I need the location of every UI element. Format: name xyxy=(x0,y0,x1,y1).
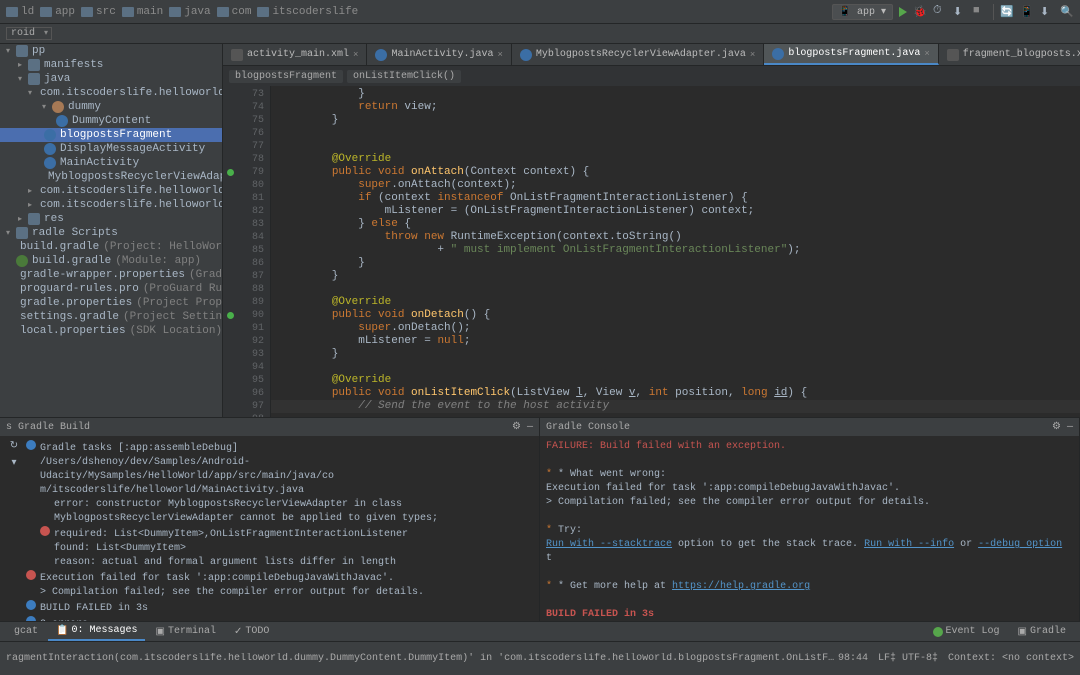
editor-pane: activity_main.xml× MainActivity.java× My… xyxy=(223,44,1080,417)
tree-item-selected: blogpostsFragment xyxy=(0,128,222,142)
debug-icon[interactable]: 🐞 xyxy=(913,5,927,19)
help-link[interactable]: https://help.gradle.org xyxy=(672,581,810,592)
status-bar: ragmentInteraction(com.itscoderslife.hel… xyxy=(0,641,1080,675)
tab-terminal[interactable]: ▣ Terminal xyxy=(147,624,223,640)
override-gutter-icon[interactable] xyxy=(227,169,234,176)
stop-icon[interactable]: ■ xyxy=(973,5,987,19)
sdk-icon[interactable]: ⬇ xyxy=(1040,5,1054,19)
tab-gradle-console[interactable]: ▣ Gradle xyxy=(1010,624,1074,640)
breadcrumb: ld app src main java com itscoderslife xyxy=(6,6,358,18)
gear-icon[interactable]: ⚙ — xyxy=(512,421,533,433)
run-config-selector[interactable]: 📱 app ▾ xyxy=(832,4,894,20)
cursor-position: 98:44 xyxy=(838,653,868,664)
gear-icon[interactable]: ⚙ — xyxy=(1052,421,1073,433)
tab-todo[interactable]: ✓ TODO xyxy=(226,624,277,640)
tab-logcat[interactable]: gcat xyxy=(6,624,46,639)
project-tree[interactable]: ▾pp ▸manifests ▾java ▾com.itscoderslife.… xyxy=(0,44,223,417)
error-icon xyxy=(26,570,36,580)
info-link[interactable]: Run with --info xyxy=(864,539,954,550)
search-icon[interactable]: 🔍 xyxy=(1060,5,1074,19)
tab-adapter[interactable]: MyblogpostsRecyclerViewAdapter.java× xyxy=(512,44,764,65)
error-icon xyxy=(40,526,50,536)
debug-link[interactable]: --debug option xyxy=(978,539,1062,550)
module-selector-row: roid xyxy=(0,24,1080,44)
run-icon[interactable] xyxy=(899,7,907,17)
event-indicator-icon xyxy=(933,627,943,637)
run-toolbar: 📱 app ▾ 🐞 ⏱ ⬇ ■ 🔄 📱 ⬇ 🔍 xyxy=(832,4,1075,20)
profile-icon[interactable]: ⏱ xyxy=(933,5,947,19)
info-icon xyxy=(26,440,36,450)
avd-icon[interactable]: 📱 xyxy=(1020,5,1034,19)
attach-icon[interactable]: ⬇ xyxy=(953,5,967,19)
sync-icon[interactable]: 🔄 xyxy=(1000,5,1014,19)
encoding[interactable]: LF‡ UTF-8‡ xyxy=(878,653,938,664)
tab-activity-main[interactable]: activity_main.xml× xyxy=(223,44,367,65)
nav-class[interactable]: blogpostsFragment xyxy=(229,70,343,83)
tab-event-log[interactable]: Event Log xyxy=(925,624,1008,639)
tab-blogposts-fragment[interactable]: blogpostsFragment.java× xyxy=(764,44,938,65)
override-gutter-icon[interactable] xyxy=(227,312,234,319)
nav-method[interactable]: onListItemClick() xyxy=(347,70,461,83)
stacktrace-link[interactable]: Run with --stacktrace xyxy=(546,539,672,550)
tool-window-tabs: gcat 📋 0: Messages ▣ Terminal ✓ TODO Eve… xyxy=(0,621,1080,641)
tab-fragment-layout[interactable]: fragment_blogposts.xml× xyxy=(939,44,1080,65)
top-toolbar: ld app src main java com itscoderslife 📱… xyxy=(0,0,1080,24)
bottom-panels: s Gradle Build⚙ — ↻ ▾ Gradle tasks [:app… xyxy=(0,417,1080,621)
line-gutter[interactable]: 737475767778 79 80818283848586878889 90 … xyxy=(223,86,271,417)
editor-nav-bar: blogpostsFragment onListItemClick() xyxy=(223,66,1080,86)
info-icon xyxy=(26,600,36,610)
collapse-icon[interactable]: ▾ xyxy=(11,457,16,471)
tab-messages[interactable]: 📋 0: Messages xyxy=(48,623,145,641)
module-dropdown[interactable]: roid xyxy=(6,27,52,40)
gradle-console: Gradle Console⚙ — FAILURE: Build failed … xyxy=(540,418,1080,621)
context-indicator[interactable]: Context: <no context> xyxy=(948,653,1074,664)
code-editor[interactable]: } return view; } @Override public void o… xyxy=(271,86,1080,417)
build-panel: s Gradle Build⚙ — ↻ ▾ Gradle tasks [:app… xyxy=(0,418,540,621)
tab-mainactivity[interactable]: MainActivity.java× xyxy=(367,44,511,65)
rerun-icon[interactable]: ↻ xyxy=(10,440,18,454)
editor-tabs: activity_main.xml× MainActivity.java× My… xyxy=(223,44,1080,66)
status-message: ragmentInteraction(com.itscoderslife.hel… xyxy=(6,653,838,664)
